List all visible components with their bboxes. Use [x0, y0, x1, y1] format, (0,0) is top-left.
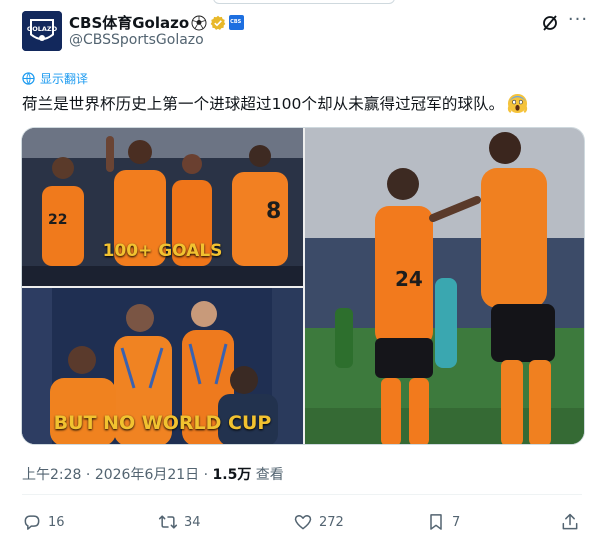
media-image-no-world-cup[interactable]: BUT NO WORLD CUP — [22, 288, 303, 444]
grok-icon[interactable] — [540, 13, 560, 33]
handle[interactable]: @CBSSportsGolazo — [69, 32, 204, 48]
views-label: 查看 — [251, 467, 284, 483]
meta-separator-2: · — [199, 467, 213, 483]
svg-text:24: 24 — [395, 267, 423, 291]
repost-button[interactable]: 34 — [158, 512, 201, 532]
tweet-meta: 上午2:28 · 2026年6月21日 · 1.5万 查看 — [22, 464, 284, 484]
svg-text:8: 8 — [266, 199, 281, 224]
top-strip — [0, 0, 602, 4]
affiliate-badge-icon[interactable]: CBS — [229, 15, 245, 30]
two-players-illustration: 24 — [305, 128, 584, 444]
display-name[interactable]: CBS体育Golazo — [69, 12, 189, 33]
repost-icon — [158, 515, 178, 529]
caption-no-world-cup: BUT NO WORLD CUP — [53, 412, 272, 434]
reply-count: 16 — [48, 514, 65, 530]
post-date[interactable]: 2026年6月21日 — [95, 467, 199, 483]
tweet-text: 荷兰是世界杯历史上第一个进球超过100个却从未赢得过冠军的球队。 — [22, 92, 528, 114]
action-bar: 16 34 272 7 — [22, 512, 582, 536]
screaming-face-emoji-icon — [508, 93, 528, 113]
share-icon — [562, 513, 578, 530]
media-image-goals[interactable]: 8 22 100+ GOALS — [22, 128, 303, 286]
divider — [22, 494, 582, 495]
svg-text:22: 22 — [48, 212, 67, 228]
media-image-players-talking[interactable]: 24 — [305, 128, 584, 444]
reply-icon — [24, 515, 40, 530]
post-time[interactable]: 上午2:28 — [22, 467, 81, 483]
bookmark-button[interactable]: 7 — [426, 512, 460, 532]
avatar[interactable]: GOLAZO — [22, 11, 62, 51]
show-translation-link[interactable]: 显示翻译 — [22, 70, 88, 87]
tweet-media[interactable]: 8 22 100+ GOALS BUT NO WORLD CUP 24 — [21, 127, 585, 445]
view-count: 1.5万 — [212, 467, 252, 483]
soccer-ball-icon — [191, 15, 207, 30]
name-row: CBS体育Golazo CBS — [69, 12, 245, 33]
reply-button[interactable]: 16 — [22, 512, 65, 532]
tweet-text-body: 荷兰是世界杯历史上第一个进球超过100个却从未赢得过冠军的球队。 — [22, 95, 505, 113]
heart-icon — [294, 515, 312, 530]
repost-count: 34 — [184, 514, 201, 530]
previous-post-edge — [213, 0, 395, 4]
like-button[interactable]: 272 — [293, 512, 344, 532]
share-button[interactable] — [560, 512, 586, 532]
celebrating-players-illustration: 8 22 — [22, 128, 303, 286]
tweet-header: GOLAZO CBS体育Golazo CBS @CBSSportsGolazo … — [22, 11, 587, 53]
caption-goals: 100+ GOALS — [102, 241, 223, 261]
bookmark-count: 7 — [452, 514, 461, 530]
translate-icon — [22, 72, 35, 85]
verified-badge-icon[interactable] — [210, 15, 226, 31]
bookmark-icon — [430, 514, 442, 530]
meta-separator: · — [81, 467, 95, 483]
like-count: 272 — [319, 514, 344, 530]
translate-label[interactable]: 显示翻译 — [40, 70, 88, 87]
avatar-logo-text: GOLAZO — [27, 25, 58, 33]
more-icon[interactable]: ··· — [567, 11, 589, 33]
